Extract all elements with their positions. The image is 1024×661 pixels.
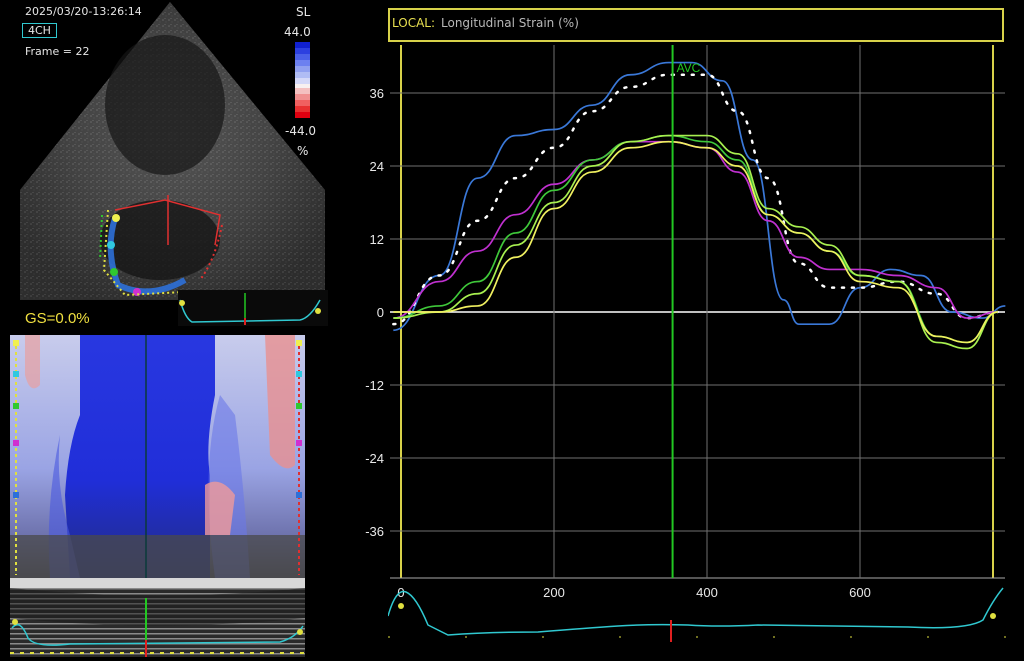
y-tick-label: 0 (377, 305, 384, 320)
strain-curve-1 (393, 61, 1006, 332)
strain-curve-4 (393, 134, 998, 344)
y-tick-label: -36 (365, 524, 384, 539)
y-tick-label: 36 (370, 86, 384, 101)
chart-title-box: LOCAL: Longitudinal Strain (%) (388, 8, 1004, 42)
y-tick-label: 24 (370, 159, 384, 174)
y-tick-label: 12 (370, 232, 384, 247)
parametric-map (10, 335, 305, 578)
m-mode-strip (10, 578, 305, 657)
timestamp: 2025/03/20-13:26:14 (25, 5, 142, 18)
chart-title: Longitudinal Strain (%) (441, 16, 579, 30)
chart-title-prefix: LOCAL: (392, 16, 436, 30)
strain-curve-3 (393, 140, 998, 319)
scale-title: SL (296, 5, 311, 19)
strain-curve-5 (393, 134, 998, 350)
echo-panel: 2025/03/20-13:26:14 4CH Frame = 22 SL 44… (0, 0, 330, 330)
strain-curve-2 (392, 73, 999, 326)
y-tick-label: -24 (365, 451, 384, 466)
strain-curve-6 (393, 140, 998, 344)
avc-marker-label: AVC (677, 61, 701, 75)
frame-label: Frame = 22 (25, 45, 90, 58)
ecg-trace (387, 587, 1004, 636)
y-tick-label: -12 (365, 378, 384, 393)
ecg-strip (387, 580, 1008, 657)
view-badge[interactable]: 4CH (22, 23, 57, 38)
scale-unit: % (297, 144, 309, 158)
global-strain-label: GS=0.0% (25, 310, 90, 327)
scale-min: -44.0 (285, 124, 317, 138)
scale-max: 44.0 (284, 25, 311, 39)
